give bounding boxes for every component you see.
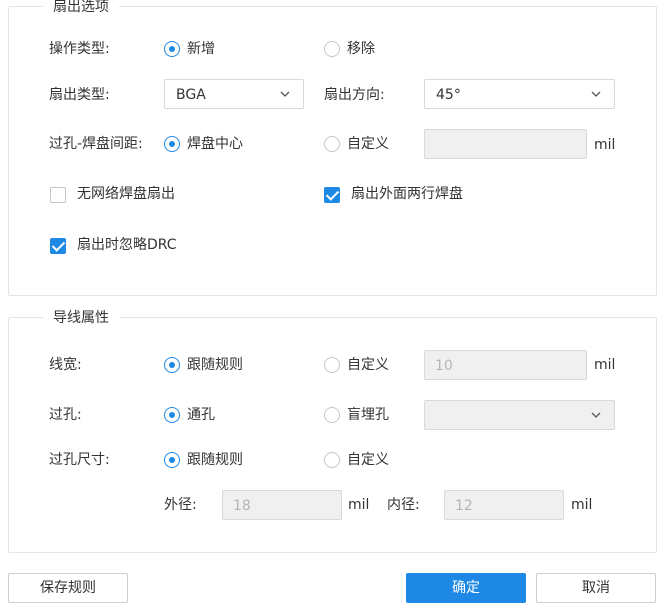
via-pad-spacing-center-label[interactable]: 焊盘中心 [187, 135, 243, 153]
via-blind-label[interactable]: 盲埋孔 [347, 406, 389, 424]
trace-properties-legend: 导线属性 [43, 309, 119, 327]
ignore-drc-checkbox[interactable] [50, 238, 66, 254]
operation-type-label: 操作类型: [49, 41, 110, 57]
fanout-options-legend: 扇出选项 [43, 0, 119, 16]
line-width-custom-radio[interactable] [324, 357, 340, 373]
via-pad-spacing-label: 过孔-焊盘间距: [49, 136, 143, 152]
via-through-radio[interactable] [164, 407, 180, 423]
line-width-unit: mil [594, 357, 616, 373]
inner-diameter-value: 12 [455, 498, 473, 514]
via-pad-spacing-center-radio[interactable] [164, 136, 180, 152]
line-width-input[interactable]: 10 [424, 350, 587, 380]
outer-diameter-unit: mil [348, 497, 370, 513]
via-pad-spacing-custom-radio[interactable] [324, 136, 340, 152]
outer-diameter-label: 外径: [164, 497, 197, 513]
inner-diameter-label: 内径: [387, 497, 420, 513]
chevron-down-icon [591, 91, 601, 97]
fanout-type-select[interactable]: BGA [164, 79, 304, 109]
fanout-direction-select[interactable]: 45° [424, 79, 615, 109]
line-width-follow-radio[interactable] [164, 357, 180, 373]
chevron-down-icon [591, 412, 601, 418]
line-width-follow-label[interactable]: 跟随规则 [187, 356, 243, 374]
cancel-button[interactable]: 取消 [536, 573, 656, 603]
via-through-label[interactable]: 通孔 [187, 406, 215, 424]
via-pad-spacing-custom-label[interactable]: 自定义 [347, 135, 389, 153]
ignore-drc-label[interactable]: 扇出时忽略DRC [77, 236, 177, 254]
no-net-pad-fanout-label[interactable]: 无网络焊盘扇出 [77, 185, 175, 203]
operation-type-add-radio[interactable] [164, 41, 180, 57]
operation-type-remove-radio[interactable] [324, 41, 340, 57]
chevron-down-icon [280, 91, 290, 97]
via-label: 过孔: [49, 407, 82, 423]
operation-type-add-label[interactable]: 新增 [187, 40, 215, 58]
inner-diameter-input[interactable]: 12 [444, 490, 564, 520]
operation-type-remove-label[interactable]: 移除 [347, 40, 375, 58]
line-width-value: 10 [435, 358, 453, 374]
via-size-follow-label[interactable]: 跟随规则 [187, 451, 243, 469]
outer-diameter-value: 18 [233, 498, 251, 514]
via-size-custom-radio[interactable] [324, 452, 340, 468]
fanout-type-label: 扇出类型: [49, 87, 110, 103]
inner-diameter-unit: mil [571, 497, 593, 513]
no-net-pad-fanout-checkbox[interactable] [50, 187, 66, 203]
line-width-custom-label[interactable]: 自定义 [347, 356, 389, 374]
via-size-custom-label[interactable]: 自定义 [347, 451, 389, 469]
blind-via-select[interactable] [424, 400, 615, 430]
save-rule-button[interactable]: 保存规则 [8, 573, 128, 603]
via-size-follow-radio[interactable] [164, 452, 180, 468]
outer-two-rows-label[interactable]: 扇出外面两行焊盘 [351, 185, 463, 203]
fanout-direction-label: 扇出方向: [324, 87, 385, 103]
fanout-type-value: BGA [176, 87, 206, 103]
outer-two-rows-checkbox[interactable] [324, 187, 340, 203]
via-size-label: 过孔尺寸: [49, 452, 110, 468]
via-blind-radio[interactable] [324, 407, 340, 423]
via-pad-spacing-input[interactable] [424, 129, 587, 159]
line-width-label: 线宽: [49, 357, 82, 373]
via-pad-spacing-unit: mil [594, 137, 616, 153]
fanout-direction-value: 45° [436, 87, 461, 103]
outer-diameter-input[interactable]: 18 [222, 490, 342, 520]
ok-button[interactable]: 确定 [406, 573, 526, 603]
